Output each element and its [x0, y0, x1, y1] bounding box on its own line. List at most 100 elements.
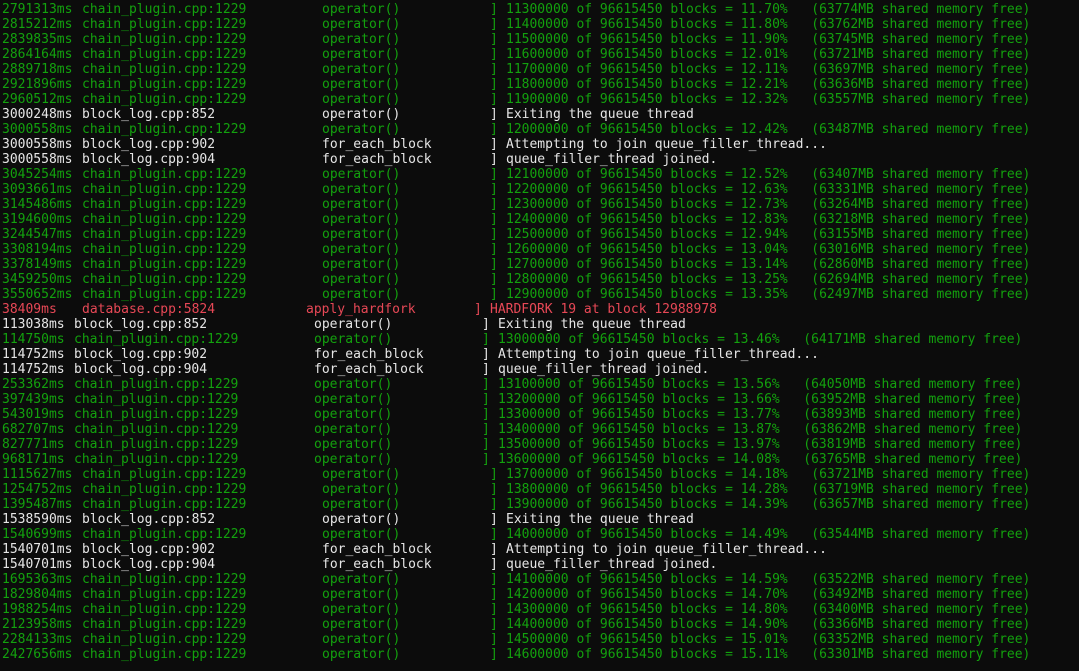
log-function: operator()	[314, 407, 393, 422]
log-message: 14000000 of 96615450 blocks = 14.49% (63…	[506, 527, 1031, 542]
log-message: Exiting the queue thread	[498, 317, 686, 332]
log-source-file: chain_plugin.cpp:1229	[82, 497, 247, 512]
log-source-file: block_log.cpp:852	[74, 317, 208, 332]
log-source-file: chain_plugin.cpp:1229	[82, 197, 247, 212]
log-bracket: ]	[490, 647, 498, 662]
log-line: 114752ms block_log.cpp:904 for_each_block]…	[0, 362, 1079, 377]
log-message: 11500000 of 96615450 blocks = 11.90% (63…	[506, 32, 1031, 47]
log-message: Attempting to join queue_filler_thread..…	[498, 347, 819, 362]
log-source-file: block_log.cpp:904	[74, 362, 208, 377]
log-bracket: ]	[482, 317, 490, 332]
log-line: 2791313ms chain_plugin.cpp:1229 operator()…	[0, 2, 1079, 17]
log-bracket: ]	[482, 332, 490, 347]
log-timestamp: 1115627ms	[2, 467, 73, 482]
log-source-file: chain_plugin.cpp:1229	[82, 602, 247, 617]
log-function: operator()	[314, 422, 393, 437]
log-message: 13400000 of 96615450 blocks = 13.87% (63…	[498, 422, 1023, 437]
log-message: 13600000 of 96615450 blocks = 14.08% (63…	[498, 452, 1023, 467]
log-function: operator()	[322, 62, 401, 77]
log-timestamp: 1695363ms	[2, 572, 73, 587]
log-message: 11700000 of 96615450 blocks = 12.11% (63…	[506, 62, 1031, 77]
log-source-file: block_log.cpp:852	[82, 512, 216, 527]
log-timestamp: 397439ms	[2, 392, 65, 407]
log-function: operator()	[322, 32, 401, 47]
log-function: operator()	[322, 242, 401, 257]
log-line: 1115627ms chain_plugin.cpp:1229 operator()…	[0, 467, 1079, 482]
log-message: 11400000 of 96615450 blocks = 11.80% (63…	[506, 17, 1031, 32]
log-bracket: ]	[490, 197, 498, 212]
log-timestamp: 3194600ms	[2, 212, 73, 227]
log-function: operator()	[322, 92, 401, 107]
log-message: HARDFORK 19 at block 12988978	[490, 302, 717, 317]
log-function: operator()	[322, 647, 401, 662]
log-function: operator()	[322, 182, 401, 197]
log-bracket: ]	[490, 17, 498, 32]
log-function: operator()	[322, 512, 401, 527]
log-line: 827771ms chain_plugin.cpp:1229 operator()]…	[0, 437, 1079, 452]
log-line: 3045254ms chain_plugin.cpp:1229 operator()…	[0, 167, 1079, 182]
log-timestamp: 114752ms	[2, 347, 65, 362]
log-bracket: ]	[490, 107, 498, 122]
log-bracket: ]	[490, 467, 498, 482]
log-source-file: chain_plugin.cpp:1229	[82, 92, 247, 107]
log-message: 14500000 of 96615450 blocks = 15.01% (63…	[506, 632, 1031, 647]
log-source-file: block_log.cpp:904	[82, 152, 216, 167]
log-source-file: block_log.cpp:902	[74, 347, 208, 362]
log-source-file: chain_plugin.cpp:1229	[74, 407, 239, 422]
log-message: 12200000 of 96615450 blocks = 12.63% (63…	[506, 182, 1031, 197]
log-source-file: chain_plugin.cpp:1229	[82, 47, 247, 62]
log-bracket: ]	[490, 602, 498, 617]
log-source-file: chain_plugin.cpp:1229	[82, 122, 247, 137]
log-bracket: ]	[482, 452, 490, 467]
log-line: 2889718ms chain_plugin.cpp:1229 operator()…	[0, 62, 1079, 77]
log-timestamp: 3000558ms	[2, 137, 73, 152]
log-timestamp: 113038ms	[2, 317, 65, 332]
log-bracket: ]	[490, 617, 498, 632]
log-function: operator()	[314, 452, 393, 467]
log-function: operator()	[314, 377, 393, 392]
log-timestamp: 3093661ms	[2, 182, 73, 197]
log-source-file: chain_plugin.cpp:1229	[82, 77, 247, 92]
log-bracket: ]	[490, 242, 498, 257]
log-source-file: chain_plugin.cpp:1229	[82, 482, 247, 497]
log-source-file: chain_plugin.cpp:1229	[82, 227, 247, 242]
log-function: operator()	[322, 167, 401, 182]
log-bracket: ]	[490, 2, 498, 17]
log-timestamp: 968171ms	[2, 452, 65, 467]
log-bracket: ]	[490, 287, 498, 302]
log-message: 14100000 of 96615450 blocks = 14.59% (63…	[506, 572, 1031, 587]
log-source-file: chain_plugin.cpp:1229	[74, 377, 239, 392]
log-message: 11800000 of 96615450 blocks = 12.21% (63…	[506, 77, 1031, 92]
log-line: 2284133ms chain_plugin.cpp:1229 operator()…	[0, 632, 1079, 647]
log-line: 2864164ms chain_plugin.cpp:1229 operator()…	[0, 47, 1079, 62]
log-line: 114752ms block_log.cpp:902 for_each_block]…	[0, 347, 1079, 362]
log-bracket: ]	[490, 122, 498, 137]
log-line: 1395487ms chain_plugin.cpp:1229 operator()…	[0, 497, 1079, 512]
log-line: 1829804ms chain_plugin.cpp:1229 operator()…	[0, 587, 1079, 602]
log-bracket: ]	[482, 407, 490, 422]
log-timestamp: 1254752ms	[2, 482, 73, 497]
log-function: operator()	[314, 437, 393, 452]
log-function: operator()	[314, 332, 393, 347]
log-function: for_each_block	[322, 137, 432, 152]
log-function: apply_hardfork	[306, 302, 416, 317]
log-timestamp: 3000558ms	[2, 152, 73, 167]
log-function: operator()	[322, 257, 401, 272]
log-source-file: chain_plugin.cpp:1229	[74, 392, 239, 407]
log-line: 38409ms database.cpp:5824 apply_hardfork] H…	[0, 302, 1079, 317]
log-function: operator()	[322, 482, 401, 497]
log-source-file: chain_plugin.cpp:1229	[82, 587, 247, 602]
log-line: 543019ms chain_plugin.cpp:1229 operator()]…	[0, 407, 1079, 422]
log-timestamp: 3244547ms	[2, 227, 73, 242]
terminal-window[interactable]: 2791313ms chain_plugin.cpp:1229 operator()…	[0, 0, 1079, 671]
log-line: 3145486ms chain_plugin.cpp:1229 operator()…	[0, 197, 1079, 212]
log-function: for_each_block	[322, 152, 432, 167]
log-timestamp: 1538590ms	[2, 512, 73, 527]
log-bracket: ]	[482, 377, 490, 392]
log-line: 3000558ms block_log.cpp:902 for_each_block…	[0, 137, 1079, 152]
log-function: operator()	[322, 197, 401, 212]
log-source-file: chain_plugin.cpp:1229	[74, 437, 239, 452]
log-line: 1695363ms chain_plugin.cpp:1229 operator()…	[0, 572, 1079, 587]
log-line: 1538590ms block_log.cpp:852 operator()] Exi…	[0, 512, 1079, 527]
log-function: operator()	[322, 2, 401, 17]
